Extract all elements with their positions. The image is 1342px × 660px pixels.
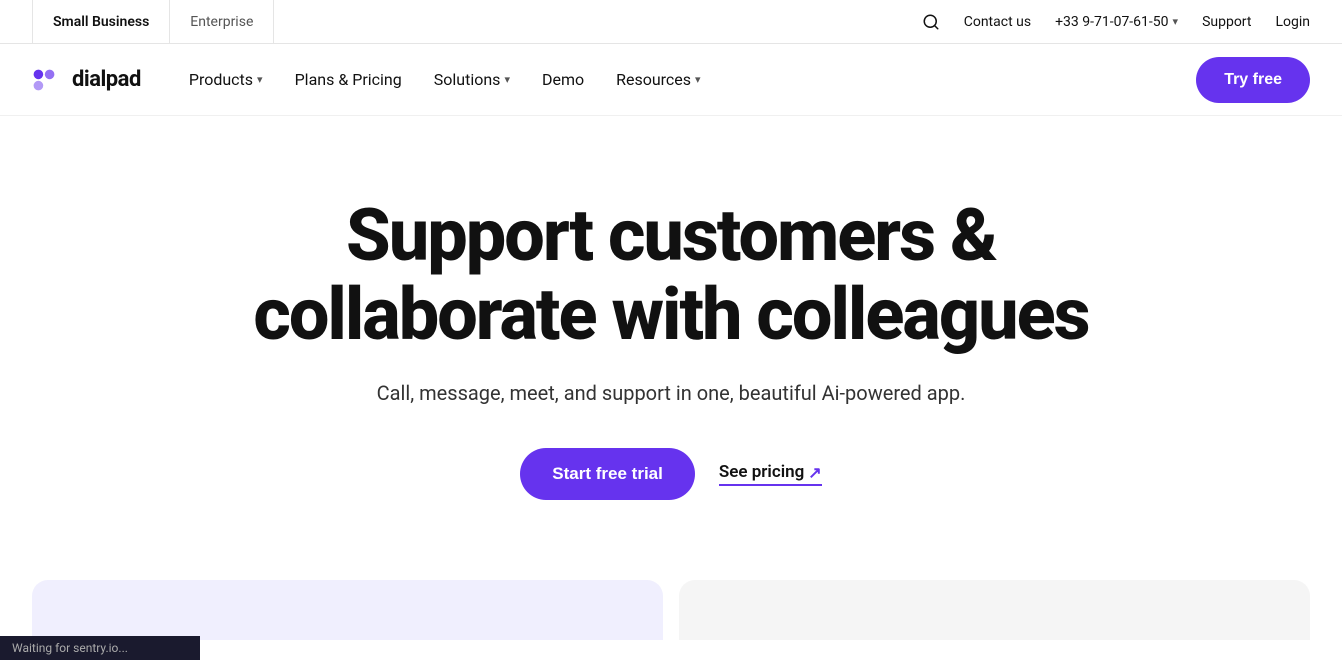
- tab-small-business-label: Small Business: [53, 14, 149, 30]
- nav-plans-pricing[interactable]: Plans & Pricing: [283, 62, 414, 97]
- tab-enterprise-label: Enterprise: [190, 14, 253, 30]
- solutions-chevron-icon: ▾: [504, 73, 510, 86]
- see-pricing-label: See pricing: [719, 462, 804, 482]
- nav-solutions-label: Solutions: [434, 70, 501, 89]
- hero-subtitle: Call, message, meet, and support in one,…: [377, 378, 966, 408]
- bottom-card-right: [679, 580, 1310, 640]
- logo[interactable]: dialpad: [32, 67, 141, 92]
- login-label: Login: [1275, 14, 1310, 30]
- try-free-label: Try free: [1224, 71, 1282, 88]
- bottom-cards: [0, 580, 1342, 640]
- bottom-card-left: [32, 580, 663, 640]
- login-link[interactable]: Login: [1275, 14, 1310, 30]
- start-free-trial-label: Start free trial: [552, 464, 663, 483]
- tab-small-business[interactable]: Small Business: [32, 0, 170, 44]
- resources-chevron-icon: ▾: [695, 73, 701, 86]
- nav-left: dialpad Products ▾ Plans & Pricing Solut…: [32, 62, 713, 97]
- support-link[interactable]: Support: [1202, 14, 1251, 30]
- see-pricing-arrow-icon: ↗: [808, 463, 821, 482]
- nav-resources[interactable]: Resources ▾: [604, 62, 712, 97]
- hero-section: Support customers & collaborate with col…: [0, 116, 1342, 560]
- nav-products[interactable]: Products ▾: [177, 62, 275, 97]
- phone-number[interactable]: +33 9-71-07-61-50 ▾: [1055, 14, 1178, 30]
- contact-us-link[interactable]: Contact us: [964, 14, 1031, 30]
- nav-demo[interactable]: Demo: [530, 62, 596, 97]
- see-pricing-link[interactable]: See pricing ↗: [719, 462, 822, 486]
- support-label: Support: [1202, 14, 1251, 30]
- hero-buttons: Start free trial See pricing ↗: [520, 448, 821, 500]
- search-icon[interactable]: [922, 13, 940, 31]
- nav-products-label: Products: [189, 70, 253, 89]
- main-nav: dialpad Products ▾ Plans & Pricing Solut…: [0, 44, 1342, 116]
- phone-number-text: +33 9-71-07-61-50: [1055, 14, 1168, 30]
- loading-text: Waiting for sentry.io...: [12, 641, 128, 655]
- try-free-button[interactable]: Try free: [1196, 57, 1310, 103]
- top-bar-right: Contact us +33 9-71-07-61-50 ▾ Support L…: [922, 13, 1310, 31]
- logo-icon: [32, 68, 64, 92]
- nav-demo-label: Demo: [542, 70, 584, 89]
- tab-enterprise[interactable]: Enterprise: [170, 0, 274, 44]
- nav-solutions[interactable]: Solutions ▾: [422, 62, 522, 97]
- start-free-trial-button[interactable]: Start free trial: [520, 448, 695, 500]
- hero-title: Support customers & collaborate with col…: [221, 196, 1121, 354]
- contact-us-label: Contact us: [964, 14, 1031, 30]
- top-bar-tabs: Small Business Enterprise: [32, 0, 274, 44]
- products-chevron-icon: ▾: [257, 73, 263, 86]
- loading-bar: Waiting for sentry.io...: [0, 636, 200, 660]
- nav-links: Products ▾ Plans & Pricing Solutions ▾ D…: [177, 62, 713, 97]
- logo-text: dialpad: [72, 67, 141, 92]
- phone-chevron-icon: ▾: [1173, 15, 1179, 28]
- nav-resources-label: Resources: [616, 70, 691, 89]
- top-bar: Small Business Enterprise Contact us +33…: [0, 0, 1342, 44]
- nav-plans-pricing-label: Plans & Pricing: [295, 70, 402, 89]
